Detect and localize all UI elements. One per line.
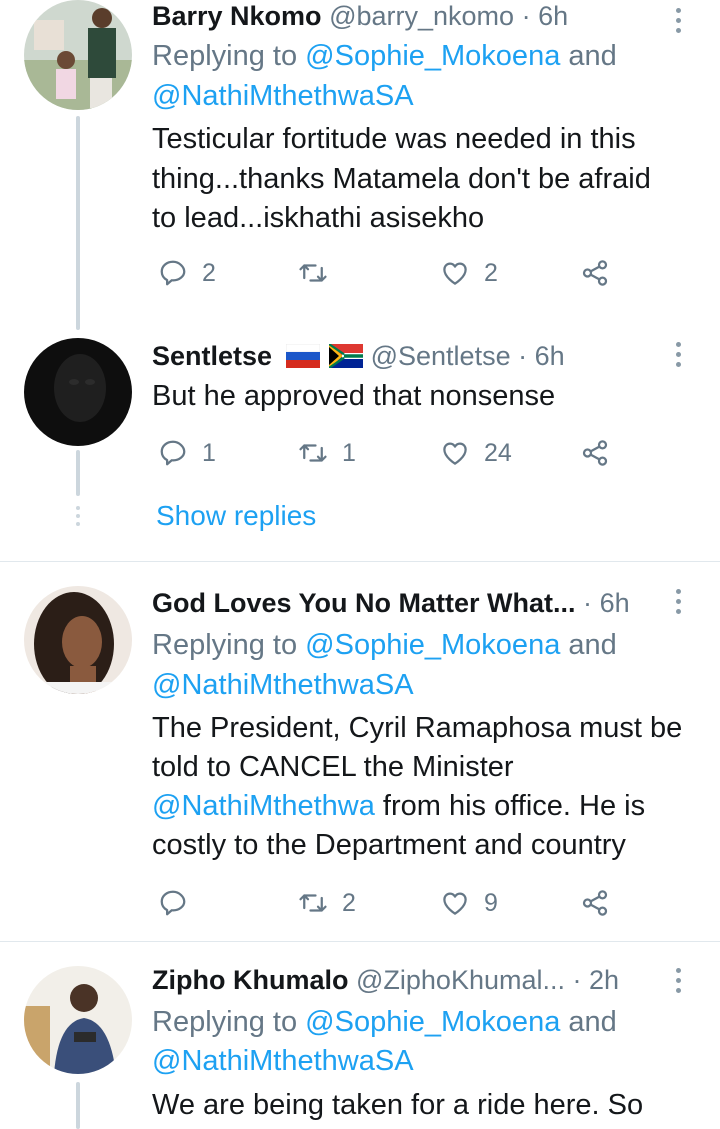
like-button[interactable]: 24	[440, 438, 512, 468]
heart-icon	[440, 258, 470, 288]
reply-icon	[158, 888, 188, 918]
share-button[interactable]	[580, 258, 610, 288]
replying-to-line: Replying to @Sophie_Mokoena and	[152, 626, 617, 665]
avatar[interactable]	[24, 0, 132, 110]
display-name[interactable]: Sentletse	[152, 341, 272, 371]
handle[interactable]: @Sentletse	[371, 341, 511, 371]
replying-to-label: Replying to	[152, 629, 298, 661]
separator: ·	[572, 965, 582, 995]
divider	[0, 561, 720, 562]
reply-count: 2	[202, 258, 216, 287]
timestamp: 6h	[538, 1, 569, 31]
share-icon	[580, 258, 610, 288]
avatar[interactable]	[24, 338, 132, 446]
tweet-text: told to CANCEL the Minister	[152, 751, 514, 783]
russia-flag-icon	[285, 344, 320, 368]
tweet-header: Sentletse @Sentletse · 6h	[152, 338, 565, 374]
retweet-button[interactable]	[298, 258, 328, 288]
more-vertical-icon[interactable]	[668, 342, 688, 372]
retweet-button[interactable]: 1	[298, 438, 356, 468]
more-vertical-icon[interactable]	[668, 8, 688, 38]
retweet-button[interactable]: 2	[298, 888, 356, 918]
heart-icon	[440, 438, 470, 468]
reply-button[interactable]: 1	[158, 438, 216, 468]
heart-icon	[440, 888, 470, 918]
and-label: and	[568, 1006, 617, 1038]
tweet-text: from his office. He is	[374, 790, 646, 822]
mention-link[interactable]: @Sophie_Mokoena	[305, 1006, 560, 1038]
mention-link[interactable]: @Sophie_Mokoena	[305, 629, 560, 661]
tweet-header: Zipho Khumalo @ZiphoKhumal... · 2h	[152, 962, 619, 998]
timestamp: 2h	[589, 965, 620, 995]
mention-link[interactable]: @Sophie_Mokoena	[305, 40, 560, 72]
retweet-count: 1	[342, 438, 356, 467]
mention-link[interactable]: @NathiMthethwaSA	[152, 1042, 414, 1081]
separator: ·	[521, 1, 531, 31]
reply-button[interactable]	[158, 888, 188, 918]
replying-to-label: Replying to	[152, 40, 298, 72]
replying-to-line: Replying to @Sophie_Mokoena and	[152, 37, 617, 76]
like-button[interactable]: 2	[440, 258, 498, 288]
thread-continuation-dots	[76, 506, 80, 530]
reply-count: 1	[202, 438, 216, 467]
and-label: and	[568, 629, 617, 661]
thread-line	[76, 1082, 80, 1129]
replying-to-line: Replying to @Sophie_Mokoena and	[152, 1003, 617, 1042]
thread-line	[76, 450, 80, 496]
share-button[interactable]	[580, 888, 610, 918]
mention-link[interactable]: @NathiMthethwa	[152, 790, 375, 822]
reply-button[interactable]: 2	[158, 258, 216, 288]
mention-link[interactable]: @NathiMthethwaSA	[152, 77, 414, 116]
like-count: 9	[484, 888, 498, 917]
tweet-text: Testicular fortitude was needed in this	[152, 123, 636, 155]
tweet-text: We are being taken for a ride here. So	[152, 1089, 644, 1121]
thread-line	[76, 116, 80, 330]
reply-icon	[158, 258, 188, 288]
separator: ·	[583, 588, 593, 618]
tweet-text: to lead...iskhathi asisekho	[152, 202, 485, 234]
handle[interactable]: @barry_nkomo	[329, 1, 514, 31]
like-button[interactable]: 9	[440, 888, 498, 918]
replying-to-label: Replying to	[152, 1006, 298, 1038]
tweet-header: Barry Nkomo @barry_nkomo · 6h	[152, 0, 568, 34]
tweet-text: thing...thanks Matamela don't be afraid	[152, 163, 651, 195]
avatar[interactable]	[24, 586, 132, 694]
tweet-text: But he approved that nonsense	[152, 380, 556, 412]
display-name[interactable]: God Loves You No Matter What...	[152, 588, 576, 618]
handle[interactable]: @ZiphoKhumal...	[356, 965, 565, 995]
display-name[interactable]: Zipho Khumalo	[152, 965, 348, 995]
tweet-text-line: @NathiMthethwa from his office. He is	[152, 787, 645, 826]
retweet-icon	[298, 258, 328, 288]
south-africa-flag-icon	[329, 344, 364, 368]
more-vertical-icon[interactable]	[668, 589, 688, 619]
like-count: 24	[484, 438, 512, 467]
more-vertical-icon[interactable]	[668, 968, 688, 998]
mention-link[interactable]: @NathiMthethwaSA	[152, 666, 414, 705]
avatar[interactable]	[24, 966, 132, 1074]
show-replies-link[interactable]: Show replies	[156, 500, 316, 532]
timestamp: 6h	[599, 588, 630, 618]
retweet-icon	[298, 438, 328, 468]
separator: ·	[518, 341, 528, 371]
retweet-count: 2	[342, 888, 356, 917]
share-button[interactable]	[580, 438, 610, 468]
tweet-text: The President, Cyril Ramaphosa must be	[152, 712, 683, 744]
retweet-icon	[298, 888, 328, 918]
tweet-header: God Loves You No Matter What... · 6h	[152, 585, 630, 621]
like-count: 2	[484, 258, 498, 287]
share-icon	[580, 888, 610, 918]
divider	[0, 941, 720, 942]
display-name[interactable]: Barry Nkomo	[152, 1, 322, 31]
tweet-text: costly to the Department and country	[152, 829, 626, 861]
share-icon	[580, 438, 610, 468]
timestamp: 6h	[534, 341, 565, 371]
and-label: and	[568, 40, 617, 72]
reply-icon	[158, 438, 188, 468]
